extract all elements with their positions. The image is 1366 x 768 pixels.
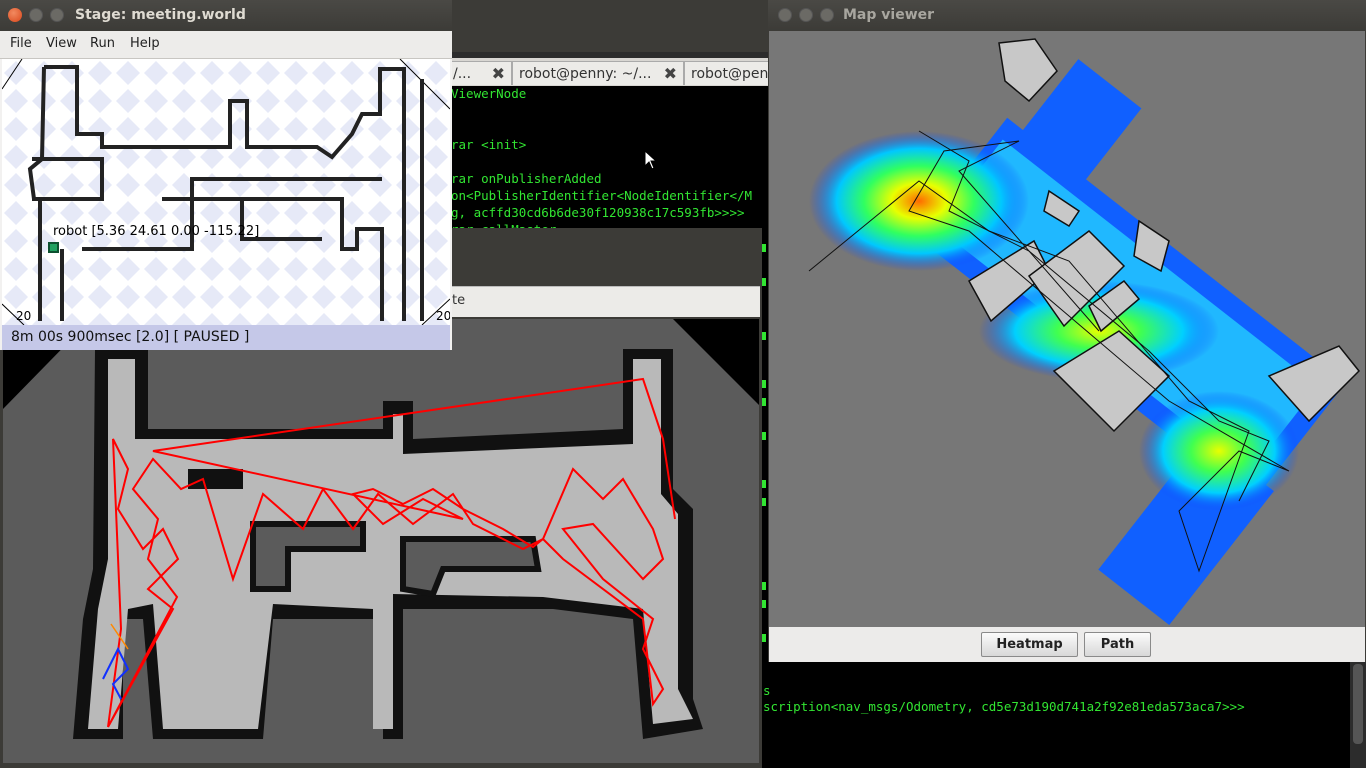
navigation-toolbar: te [444,286,760,317]
minimize-button[interactable] [799,8,813,22]
scrollbar-thumb[interactable] [1353,664,1363,744]
terminal-line: scription<nav_msgs/Odometry, cd5e73d190d… [763,699,1245,714]
terminal-tab-2[interactable]: robot@penny: ~/... ✖ [512,61,684,85]
terminal-line: rar onPublisherAdded [451,171,602,186]
close-icon[interactable]: ✖ [492,62,505,85]
map-viewer-button-bar: Heatmap Path [769,627,1365,662]
simulation-status: 8m 00s 900msec [2.0] [ PAUSED ] [11,329,250,345]
path-button[interactable]: Path [1084,632,1151,657]
stage-map-drawing [2,59,450,325]
terminal-line: s [763,683,771,698]
stage-world-canvas[interactable]: robot [5.36 24.61 0.00 -115.22] 20 20 [2,59,450,325]
stage-status-bar: 8m 00s 900msec [2.0] [ PAUSED ] [2,325,450,350]
tab-label: /... [453,66,472,82]
maximize-button[interactable] [50,8,64,22]
terminal-line: ViewerNode [451,86,527,101]
maximize-button[interactable] [820,8,834,22]
map-viewer-window: Map viewer Heatmap Path [768,0,1366,662]
terminal-tab-bar: /... ✖ robot@penny: ~/... ✖ robot@penny [440,58,774,86]
terminal-line: g, acffd30cd6b6de30f120938c17c593fb>>>> [451,205,745,220]
costmap-canvas[interactable] [3,319,759,763]
tab-label: robot@penny: ~/... [519,66,652,82]
robot-pose-label: robot [5.36 24.61 0.00 -115.22] [53,224,260,239]
axis-label: 20 [436,309,450,323]
terminal-line: rar <init> [451,137,527,152]
terminal-scrollbar[interactable] [1350,662,1366,768]
heatmap-button[interactable]: Heatmap [981,632,1078,657]
menu-run[interactable]: Run [90,36,115,51]
heatmap-canvas[interactable] [769,31,1365,627]
menu-help[interactable]: Help [130,36,160,51]
costmap-drawing [3,319,759,763]
menu-view[interactable]: View [46,36,77,51]
map-viewer-titlebar[interactable]: Map viewer [768,0,1366,31]
stage-titlebar[interactable]: Stage: meeting.world [0,0,452,31]
close-icon[interactable]: ✖ [664,62,677,85]
terminal-tab-1[interactable]: /... ✖ [446,61,512,85]
minimize-button[interactable] [29,8,43,22]
window-title: Map viewer [843,7,935,23]
close-button[interactable] [778,8,792,22]
window-title: Stage: meeting.world [75,7,246,23]
tab-label: robot@penny [691,66,773,82]
stage-menubar: File View Run Help [0,31,452,59]
mouse-cursor-icon [644,150,658,170]
stage-window: Stage: meeting.world File View Run Help [0,0,452,350]
close-button[interactable] [8,8,22,22]
terminal-tab-3[interactable]: robot@penny [684,61,774,85]
menu-file[interactable]: File [10,36,32,51]
heatmap-drawing [808,38,1361,626]
axis-label: 20 [16,309,32,323]
toolbar-label: te [452,293,466,308]
terminal-line: on<PublisherIdentifier<NodeIdentifier</M [451,188,753,203]
